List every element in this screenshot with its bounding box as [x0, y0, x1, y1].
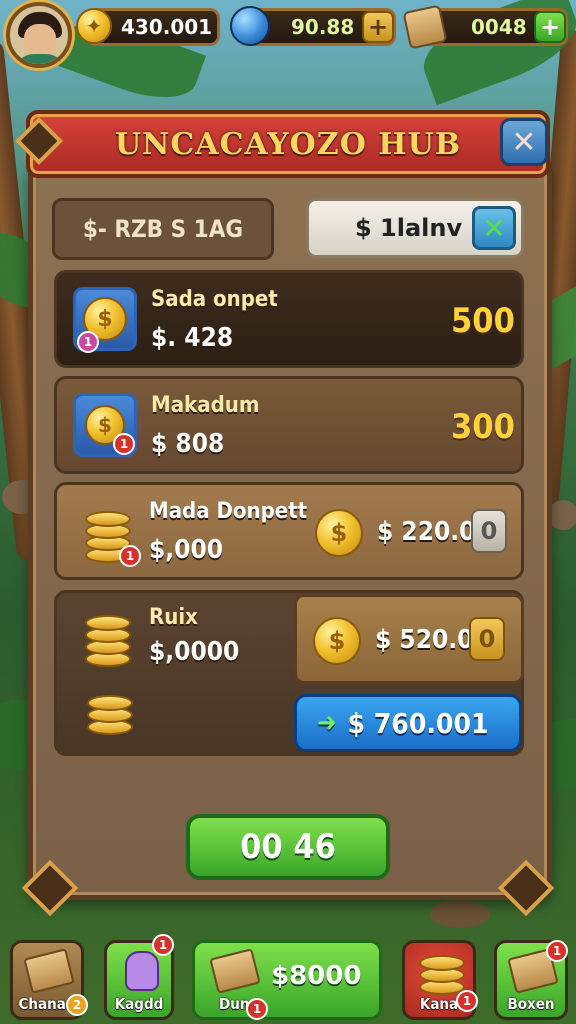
nav-dun[interactable]: $8000 Dun: [192, 940, 382, 1020]
timer-button[interactable]: 00 46: [186, 814, 390, 880]
sell-button[interactable]: 0: [471, 509, 507, 553]
offer-name: Mada Donpett: [149, 499, 308, 524]
offer-amount: 500: [451, 301, 515, 341]
title-banner: UNCACAYOZO HUB: [26, 110, 550, 178]
crate-icon: [209, 948, 261, 994]
clear-icon: ✕: [482, 211, 506, 245]
offer-price: $,000: [149, 535, 223, 565]
crate-icon: [23, 948, 75, 994]
nav-badge: 2: [66, 994, 88, 1016]
offer-price: $. 428: [151, 323, 234, 353]
offer-name: Makadum: [151, 393, 260, 418]
coin-stack-icon: [81, 607, 137, 671]
sell-button[interactable]: 0: [469, 617, 505, 661]
search-clear-button[interactable]: ✕: [472, 206, 516, 250]
close-icon: ✕: [511, 124, 537, 160]
add-crates-button[interactable]: +: [534, 11, 566, 43]
coin-icon: ✦: [76, 8, 112, 44]
offer-amount: 300: [451, 407, 515, 447]
coin-stack-icon: [85, 693, 135, 739]
add-gems-button[interactable]: +: [362, 11, 394, 43]
nav-label: Kana: [419, 995, 459, 1013]
player-avatar[interactable]: [6, 2, 72, 68]
offer-name: Ruix: [149, 605, 198, 630]
sell-price: $ 220.0: [377, 517, 476, 547]
close-button[interactable]: ✕: [500, 118, 548, 166]
offer-price: $,0000: [149, 637, 240, 667]
offer-name: Sada onpet: [151, 287, 278, 312]
gold-value: 430.001: [121, 15, 213, 39]
arrow-right-icon: ➜: [317, 708, 337, 738]
item-gem-badge: 1: [77, 331, 99, 353]
offer-row[interactable]: 1 Mada Donpett $,000 $ $ 220.0 0: [54, 482, 524, 580]
nav-badge: 1: [246, 998, 268, 1020]
nav-value: $8000: [271, 961, 362, 991]
rock: [430, 900, 490, 928]
coin-icon: $: [313, 617, 361, 665]
nav-badge: 1: [152, 934, 174, 956]
gem-icon: [230, 6, 270, 46]
nav-label: Kagdd: [114, 995, 164, 1013]
offer-price: $ 808: [151, 429, 225, 459]
gems-value: 90.88: [291, 15, 355, 39]
offer-row[interactable]: $ 1 Sada onpet $. 428 500: [54, 270, 524, 368]
buy-button[interactable]: ➜ $ 760.001: [294, 694, 522, 752]
sell-price: $ 520.0: [375, 625, 474, 655]
character-icon: [125, 951, 159, 991]
item-badge: 1: [113, 433, 135, 455]
panel-title: UNCACAYOZO HUB: [114, 126, 462, 162]
crates-value: 0048: [471, 15, 527, 39]
item-badge: 1: [119, 545, 141, 567]
nav-label: Dun: [219, 995, 250, 1013]
crate-icon: [402, 4, 448, 50]
filter-dropdown[interactable]: $- RZB S 1AG: [52, 198, 274, 260]
offer-row[interactable]: $ 1 Makadum $ 808 300: [54, 376, 524, 474]
nav-label: Boxen: [507, 995, 555, 1013]
buy-label: $ 760.001: [347, 706, 489, 740]
nav-badge: 1: [456, 990, 478, 1012]
nav-badge: 1: [546, 940, 568, 962]
coin-stack-icon: [419, 951, 467, 997]
coin-icon: $: [315, 509, 363, 557]
sell-slot: $ $ 520.0 0: [294, 594, 524, 684]
rock: [548, 500, 576, 530]
